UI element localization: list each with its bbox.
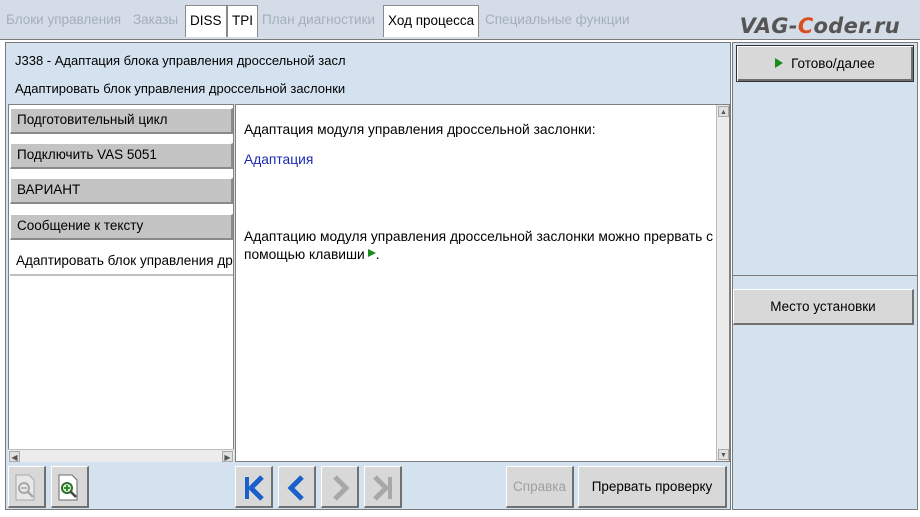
step-item-variant[interactable]: ВАРИАНТ (10, 178, 233, 204)
tab-tpi[interactable]: TPI (227, 5, 259, 37)
tab-special-functions[interactable]: Специальные функции (481, 5, 634, 37)
test-title: J338 - Адаптация блока управления дроссе… (15, 53, 346, 68)
tab-control-units[interactable]: Блоки управления (2, 5, 126, 37)
nav-forward-button[interactable] (321, 466, 359, 508)
play-icon (775, 58, 784, 68)
content-paragraph: Адаптацию модуля управления дроссельной … (244, 228, 714, 264)
step-item-message[interactable]: Сообщение к тексту (10, 214, 233, 240)
brand-accent: C (797, 14, 814, 38)
back-arrow-icon (287, 475, 304, 501)
tab-process[interactable]: Ход процесса (383, 5, 480, 37)
content-heading: Адаптация модуля управления дроссельной … (244, 122, 596, 137)
nav-first-button[interactable] (235, 466, 273, 508)
help-button[interactable]: Справка (506, 466, 574, 508)
tab-orders[interactable]: Заказы (129, 5, 183, 37)
scroll-right-icon[interactable]: ▶ (222, 451, 233, 462)
scroll-down-icon[interactable]: ▼ (718, 449, 729, 460)
nav-last-button[interactable] (364, 466, 402, 508)
nav-back-button[interactable] (278, 466, 316, 508)
skip-to-first-icon (245, 475, 264, 501)
test-subtitle: Адаптировать блок управления дроссельной… (15, 81, 346, 96)
done-next-label: Готово/далее (791, 56, 875, 71)
right-panel-divider (733, 275, 917, 276)
step-list: Подготовительный цикл Подключить VAS 505… (8, 104, 234, 462)
brand-prefix: VAG- (739, 14, 798, 38)
right-panel: Готово/далее Место установки (732, 42, 918, 510)
content-paragraph-line1: Адаптацию модуля управления дроссельной … (244, 229, 714, 244)
skip-to-last-icon (373, 475, 392, 501)
content-paragraph-prefix: помощью клавиши (244, 247, 365, 262)
abort-test-button[interactable]: Прервать проверку (578, 466, 727, 508)
zoom-in-icon (58, 474, 78, 501)
step-item-preparation[interactable]: Подготовительный цикл (10, 108, 233, 134)
scroll-left-icon[interactable]: ◀ (9, 451, 20, 462)
zoom-in-button[interactable] (51, 466, 89, 508)
installation-location-button[interactable]: Место установки (733, 289, 914, 325)
step-item-connect[interactable]: Подключить VAS 5051 (10, 143, 233, 169)
content-area: Адаптация модуля управления дроссельной … (235, 104, 730, 462)
step-list-scrollbar[interactable]: ◀ ▶ (8, 449, 234, 462)
forward-arrow-icon (333, 475, 350, 501)
zoom-out-button[interactable] (8, 466, 46, 508)
adaptation-link[interactable]: Адаптация (244, 151, 313, 169)
done-next-button[interactable]: Готово/далее (736, 45, 914, 82)
play-icon (367, 249, 376, 257)
step-item-adapt[interactable]: Адаптировать блок управления дроссельной… (10, 250, 233, 276)
content-scrollbar[interactable]: ▲ ▼ (716, 105, 729, 461)
tab-diss[interactable]: DISS (185, 5, 227, 37)
main-panel: J338 - Адаптация блока управления дроссе… (5, 42, 731, 510)
brand-suffix: oder.ru (813, 14, 900, 38)
scroll-up-icon[interactable]: ▲ (718, 106, 729, 117)
content-paragraph-suffix: . (375, 247, 380, 262)
tab-bar: Блоки управления Заказы DISS TPI План ди… (0, 0, 920, 40)
zoom-out-icon (15, 474, 35, 501)
brand-watermark: VAG-Coder.ru (740, 14, 900, 38)
content-paragraph-line2: помощью клавиши. (244, 246, 714, 264)
tab-diagnostic-plan[interactable]: План диагностики (258, 5, 380, 37)
